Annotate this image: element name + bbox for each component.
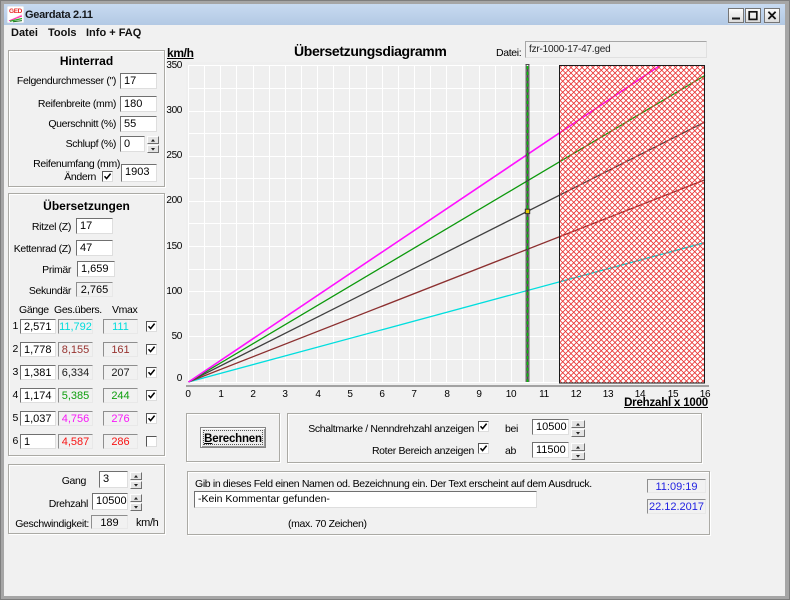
svg-text:GED: GED bbox=[9, 8, 23, 15]
